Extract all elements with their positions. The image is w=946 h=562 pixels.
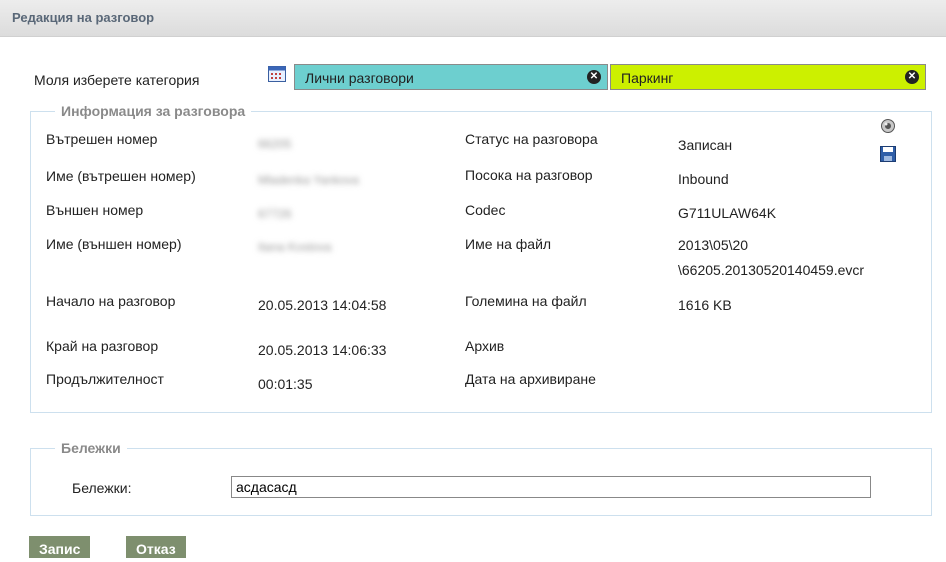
window-titlebar: Редакция на разговор [0, 0, 946, 37]
notes-label: Бележки: [72, 480, 132, 496]
value-file-size: 1616 KB [678, 297, 732, 313]
label-internal-number: Вътрешен номер [46, 131, 158, 147]
save-button[interactable]: Запис [29, 536, 91, 558]
notes-legend: Бележки [61, 440, 121, 456]
value-codec: G711ULAW64K [678, 205, 777, 221]
label-internal-name: Име (вътрешен номер) [46, 168, 196, 184]
label-call-status: Статус на разговора [465, 131, 598, 147]
cancel-button[interactable]: Отказ [126, 536, 186, 558]
value-internal-number: 66205 [258, 137, 292, 151]
category-tag-label: Лични разговори [305, 70, 414, 86]
value-call-status: Записан [678, 137, 733, 153]
value-duration: 00:01:35 [258, 376, 313, 392]
window-title: Редакция на разговор [12, 10, 155, 25]
label-call-direction: Посока на разговор [465, 167, 593, 183]
label-external-number: Външен номер [46, 202, 144, 218]
value-file-name: \66205.20130520140459.evcr [678, 262, 865, 278]
label-call-end: Край на разговор [46, 338, 159, 354]
save-icon[interactable] [880, 146, 896, 162]
remove-tag-icon[interactable]: ✕ [905, 70, 919, 84]
label-file-name: Име на файл [465, 236, 552, 252]
value-external-name: Itana Kostova [258, 240, 332, 254]
value-internal-name: Mladenka Yankova [258, 173, 359, 187]
category-tag-parking[interactable]: Паркинг ✕ [610, 64, 926, 90]
category-tag-personal[interactable]: Лични разговори ✕ [294, 64, 608, 90]
label-archive: Архив [465, 338, 505, 354]
call-info-fieldset: Информация за разговора [30, 103, 932, 413]
notes-input[interactable] [231, 476, 871, 498]
value-call-end: 20.05.2013 14:06:33 [258, 342, 387, 358]
label-call-start: Начало на разговор [46, 293, 176, 309]
label-external-name: Име (външен номер) [46, 236, 182, 252]
label-codec: Codec [465, 202, 506, 218]
category-tag-label: Паркинг [621, 70, 674, 86]
category-label: Моля изберете категория [34, 72, 200, 88]
remove-tag-icon[interactable]: ✕ [587, 70, 601, 84]
value-call-start: 20.05.2013 14:04:58 [258, 297, 387, 313]
value-external-number: 67726 [258, 207, 292, 221]
label-duration: Продължителност [46, 371, 164, 387]
call-info-legend: Информация за разговора [61, 103, 246, 119]
value-call-direction: Inbound [678, 171, 729, 187]
label-file-size: Големина на файл [465, 293, 587, 309]
calendar-icon[interactable] [268, 66, 286, 82]
value-file-name-path: 2013\05\20 [678, 237, 749, 253]
label-archive-date: Дата на архивиране [465, 371, 596, 387]
speaker-icon[interactable] [880, 118, 896, 134]
